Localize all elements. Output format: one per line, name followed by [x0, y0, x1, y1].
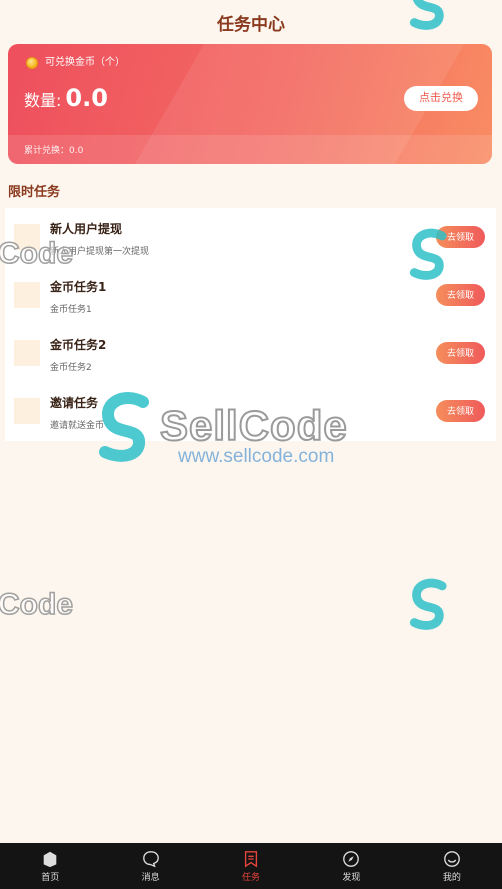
task-title: 新人用户提现 — [50, 222, 123, 236]
task-icon — [244, 851, 258, 868]
redeem-button[interactable]: 点击兑换 — [404, 86, 478, 111]
task-desc: 金币任务2 — [50, 363, 92, 373]
tab-home[interactable]: 首页 — [0, 843, 100, 889]
tab-label: 消息 — [141, 873, 160, 883]
balance-label: 可兑换金币（个） — [45, 57, 125, 68]
sellcode-logo-icon — [409, 578, 447, 630]
amount-value: 0.0 — [65, 84, 108, 112]
task-list: 新人用户提现 新人用户提现第一次提现 去领取 金币任务1 金币任务1 去领取 金… — [5, 208, 496, 441]
claim-button[interactable]: 去领取 — [436, 226, 485, 248]
list-item[interactable]: 金币任务2 金币任务2 去领取 — [5, 324, 496, 382]
tab-discover[interactable]: 发现 — [301, 843, 401, 889]
task-thumbnail — [14, 340, 40, 366]
claim-button[interactable]: 去领取 — [436, 400, 485, 422]
tab-tasks[interactable]: 任务 — [201, 843, 301, 889]
profile-icon — [443, 851, 460, 867]
tab-messages[interactable]: 消息 — [100, 843, 200, 889]
total-redeemed: 累计兑换：0.0 — [8, 135, 492, 164]
tab-label: 我的 — [442, 873, 461, 883]
claim-button[interactable]: 去领取 — [436, 342, 485, 364]
tab-label: 任务 — [242, 873, 261, 883]
task-title: 邀请任务 — [50, 396, 99, 410]
task-thumbnail — [14, 282, 40, 308]
task-thumbnail — [14, 224, 40, 250]
coin-icon — [26, 57, 38, 69]
task-title: 金币任务1 — [50, 280, 107, 294]
amount-label: 数量: — [24, 91, 62, 110]
task-title: 金币任务2 — [50, 338, 107, 352]
chat-icon — [142, 851, 159, 868]
tab-profile[interactable]: 我的 — [402, 843, 502, 889]
amount-row: 数量: 0.0 — [24, 84, 108, 112]
claim-button[interactable]: 去领取 — [436, 284, 485, 306]
section-title: 限时任务 — [8, 185, 61, 200]
task-desc: 新人用户提现第一次提现 — [50, 247, 150, 257]
page-title: 任务中心 — [217, 15, 285, 35]
task-desc: 邀请就送金币 — [50, 421, 105, 431]
home-icon — [43, 851, 57, 868]
task-desc: 金币任务1 — [50, 305, 92, 315]
task-thumbnail — [14, 398, 40, 424]
watermark-brand: Code — [0, 587, 74, 622]
compass-icon — [343, 851, 360, 867]
watermark — [407, 578, 451, 637]
bottom-tab-bar: 首页 消息 任务 发现 我的 — [0, 843, 502, 889]
tab-label: 首页 — [41, 873, 60, 883]
list-item[interactable]: 邀请任务 邀请就送金币 去领取 — [5, 382, 496, 440]
tab-label: 发现 — [342, 873, 361, 883]
list-item[interactable]: 新人用户提现 新人用户提现第一次提现 去领取 — [5, 208, 496, 266]
list-item[interactable]: 金币任务1 金币任务1 去领取 — [5, 266, 496, 324]
balance-label-row: 可兑换金币（个） — [26, 55, 125, 71]
watermark-url: www.sellcode.com — [178, 446, 335, 467]
coin-balance-card: 可兑换金币（个） 数量: 0.0 点击兑换 累计兑换：0.0 — [8, 44, 492, 164]
